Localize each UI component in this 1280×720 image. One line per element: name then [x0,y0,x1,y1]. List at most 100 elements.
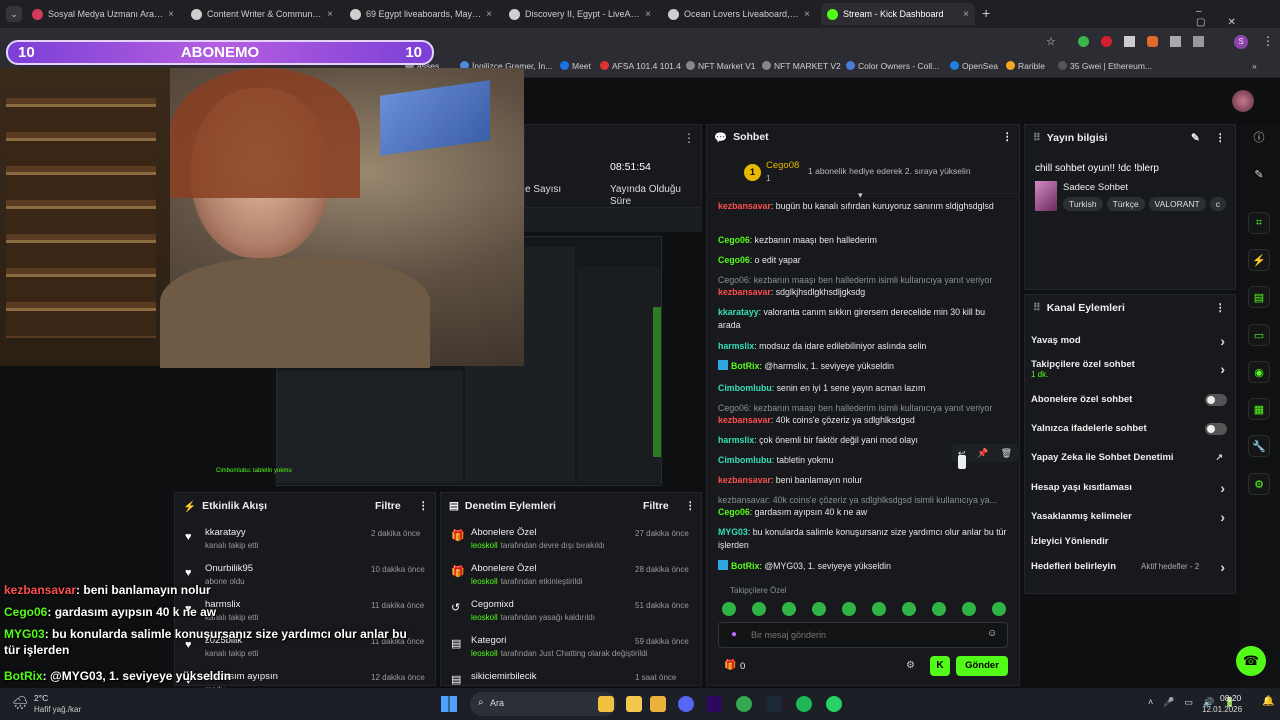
emote-icon[interactable] [962,602,976,616]
bookmarks-overflow-icon[interactable]: » [1252,61,1257,71]
info-icon[interactable]: ⓘ [1248,126,1270,148]
emote-icon[interactable] [722,602,736,616]
bookmark-item[interactable]: OpenSea [950,61,998,71]
stream-tag[interactable]: Turkish [1063,197,1103,211]
spotify-icon[interactable] [796,696,812,712]
browser-menu-icon[interactable]: ⋮ [1262,34,1274,48]
chat-username[interactable]: harmslix [718,341,754,351]
emote-icon[interactable] [932,602,946,616]
trash-icon[interactable]: 🗑 [1001,448,1012,459]
chat-username[interactable]: Cego06 [718,255,750,265]
chat-username[interactable]: Cimbomlubu [718,455,772,465]
support-chat-button[interactable]: ☎ [1236,646,1266,676]
moderator-user[interactable]: leoskoll [471,577,498,586]
browser-tab[interactable]: Ocean Lovers Liveaboard, Egypt × [662,3,816,25]
taskbar-search[interactable]: ⌕ Ara [470,692,616,716]
document-icon[interactable]: ▤ [1248,286,1270,308]
emote-icon[interactable] [752,602,766,616]
channel-action-row[interactable]: Yalnızca ifadelerle sohbet [1031,423,1227,437]
panel-menu-icon[interactable]: ⋮ [1215,132,1226,144]
chat-username[interactable]: Cego06 [718,507,750,517]
browser-tab[interactable]: Discovery II, Egypt - LiveAboard × [503,3,657,25]
emote-icon[interactable] [782,602,796,616]
browser-tab[interactable]: 69 Egypt liveaboards, May 2026 × [344,3,498,25]
chevron-right-icon[interactable]: › [1220,333,1225,349]
panel-menu-icon[interactable]: ⋮ [683,131,695,145]
crop-icon[interactable]: ⌗ [1248,212,1270,234]
activity-user[interactable]: kkaratayy [205,527,246,538]
stream-tag[interactable]: VALORANT [1148,197,1206,211]
browser-tab[interactable]: Sosyal Medya Uzmanı Aranıyor × [26,3,180,25]
window-controls[interactable]: –▢✕ [1196,6,1280,28]
drag-handle-icon[interactable]: ⠿ [1033,302,1041,314]
moderation-filter-button[interactable]: Filtre [643,500,669,512]
moderator-user[interactable]: leoskoll [471,613,498,622]
emote-icon[interactable] [872,602,886,616]
whatsapp-icon[interactable] [826,696,842,712]
bookmark-item[interactable]: NFT Market V1 [686,61,755,71]
chrome-icon[interactable] [736,696,752,712]
pin-icon[interactable]: 📌 [977,448,988,459]
chat-username[interactable]: kezbansavar [718,287,771,297]
chat-username[interactable]: kezbansavar [718,475,771,485]
activity-user[interactable]: Onurbilik95 [205,563,253,574]
channel-action-row[interactable]: Abonelere özel sohbet [1031,394,1227,408]
stream-tag[interactable]: Türkçe [1106,197,1145,211]
lightning-icon[interactable]: ⚡ [1248,249,1270,271]
tab-list-button[interactable]: ⌄ [6,6,22,22]
wrench-icon[interactable]: 🔧 [1248,435,1270,457]
toggle-switch[interactable] [1205,423,1227,435]
channel-action-row[interactable]: Yavaş mod › [1031,333,1227,349]
browser-tab[interactable]: Content Writer & Community M × [185,3,339,25]
chevron-right-icon[interactable]: › [1220,361,1225,377]
channel-action-row[interactable]: Yapay Zeka ile Sohbet Denetimi ↗ [1031,452,1227,466]
moderator-user[interactable]: leoskoll [471,541,498,550]
settings-icon[interactable]: ⚙ [1248,473,1270,495]
bookmark-item[interactable]: Meet [560,61,591,71]
emoji-icon[interactable]: ☺ [987,628,997,639]
folder-icon[interactable] [626,696,642,712]
chat-username[interactable]: MYG03 [718,527,748,537]
close-icon[interactable]: × [963,9,969,20]
chat-username[interactable]: Cego06 [718,235,750,245]
pinned-user[interactable]: Cego08 [766,160,799,171]
broadcast-icon[interactable]: ◉ [1248,361,1270,383]
chat-username[interactable]: kkaratayy [718,307,759,317]
chat-username[interactable]: BotRix [731,561,759,571]
drag-handle-icon[interactable]: ⠿ [1033,132,1041,144]
kick-logo-icon[interactable]: K [930,656,950,676]
windows-start-icon[interactable] [441,696,457,712]
discord-icon[interactable] [678,696,694,712]
edit-icon[interactable]: ✎ [1191,132,1200,144]
bookmark-item[interactable]: Color Owners - Coll... [846,61,939,71]
moderator-user[interactable]: leoskoll [471,649,498,658]
bookmark-item[interactable]: AFSA 101.4 101.4 [600,61,681,71]
external-link-icon[interactable]: ↗ [1215,452,1223,463]
chevron-right-icon[interactable]: › [1220,480,1225,496]
chevron-right-icon[interactable]: › [1220,509,1225,525]
activity-filter-button[interactable]: Filtre [375,500,401,512]
browser-tab[interactable]: Stream - Kick Dashboard × [821,3,975,25]
chat-username[interactable]: Cimbomlubu [718,383,772,393]
profile-avatar[interactable]: S [1234,35,1248,49]
user-avatar[interactable] [1232,90,1254,112]
emote-icon[interactable] [992,602,1006,616]
bookmark-item[interactable]: Rarible [1006,61,1045,71]
close-icon[interactable]: × [486,9,492,20]
gift-icon[interactable]: 🎁 [724,660,736,671]
channel-action-row[interactable]: İzleyici Yönlendir [1031,536,1227,550]
message-icon[interactable]: ▭ [1248,324,1270,346]
app-icon[interactable] [598,696,614,712]
emote-icon[interactable] [812,602,826,616]
category-name[interactable]: Sadece Sohbet [1063,182,1128,193]
channel-action-row[interactable]: Hesap yaşı kısıtlaması › [1031,480,1227,496]
send-button[interactable]: Gönder [956,656,1008,676]
star-icon[interactable]: ☆ [1046,35,1056,48]
chat-input-box[interactable]: ● ☺ [718,622,1008,648]
close-icon[interactable]: × [645,9,651,20]
close-icon[interactable]: × [168,9,174,20]
files-icon[interactable] [650,696,666,712]
layers-icon[interactable]: ▦ [1248,398,1270,420]
notification-icon[interactable]: 🔔 [1262,696,1274,707]
bookmark-item[interactable]: 35 Gwei | Ethereum... [1058,61,1152,71]
